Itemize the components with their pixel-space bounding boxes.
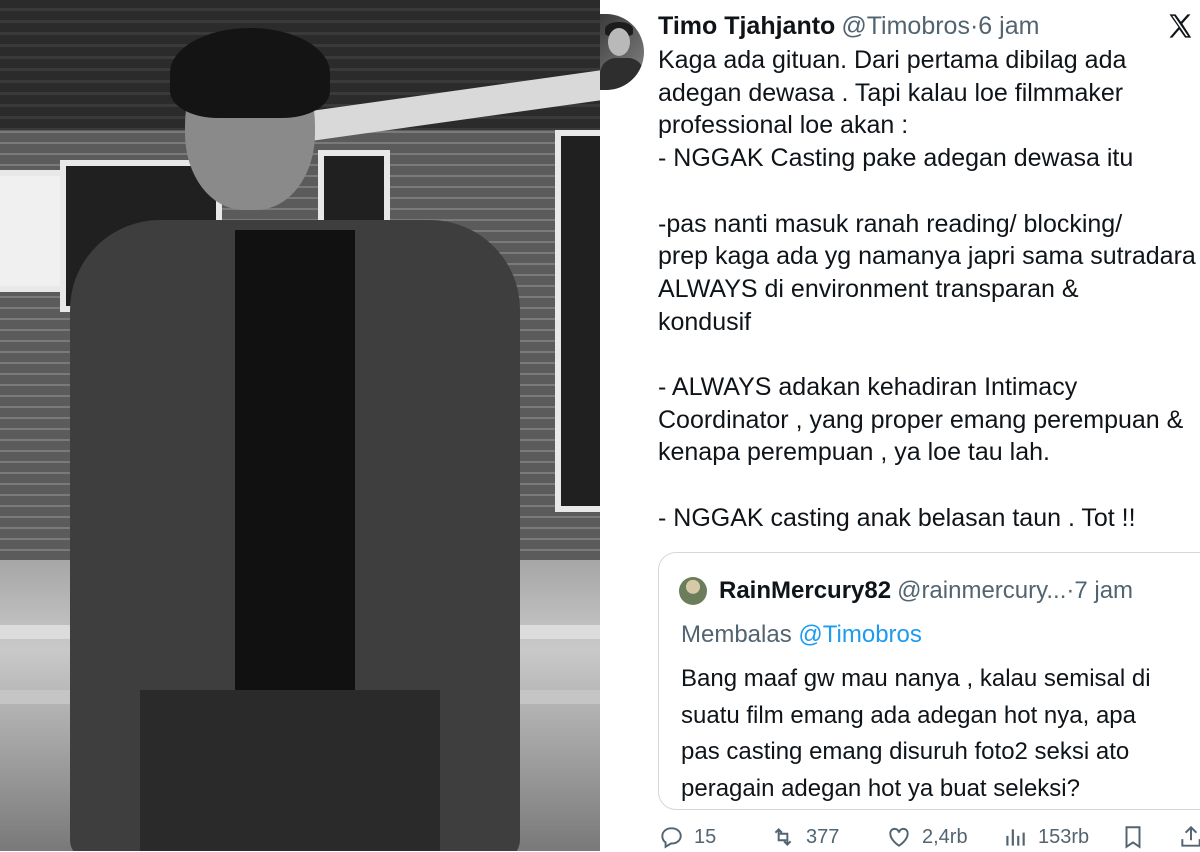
- quoted-tweet-text: Bang maaf gw mau nanya , kalau semisal d…: [681, 665, 1151, 802]
- tweet-text: Kaga ada gituan. Dari pertama dibilag ad…: [658, 46, 1196, 532]
- tweet-action-bar: 15 377 2,4rb 153rb: [658, 822, 1200, 852]
- tweet-header: Timo Tjahjanto @Timobros·6 jam: [658, 10, 1039, 42]
- avatar-body: [600, 58, 644, 90]
- reply-context: Membalas @Timobros: [681, 619, 922, 651]
- quoted-author-handle: @rainmercury...: [897, 577, 1067, 604]
- like-button[interactable]: 2,4rb: [886, 822, 968, 852]
- bookmark-icon: [1125, 826, 1141, 849]
- author-handle[interactable]: @Timobros: [841, 12, 970, 40]
- photo-person-shirt: [235, 230, 355, 690]
- like-count: 2,4rb: [922, 825, 968, 848]
- reply-mention-link[interactable]: @Timobros: [798, 621, 922, 648]
- quoted-author-name: RainMercury82: [719, 577, 892, 604]
- quoted-author-avatar: [679, 577, 707, 605]
- author-avatar[interactable]: [600, 14, 644, 90]
- heart-icon: [889, 827, 909, 847]
- share-button[interactable]: [1178, 822, 1200, 852]
- quoted-tweet-header: RainMercury82 @rainmercury...·7 jam: [719, 575, 1133, 607]
- photo-person-pants: [140, 690, 440, 851]
- photo-person-hair: [170, 28, 330, 118]
- quoted-tweet[interactable]: RainMercury82 @rainmercury...·7 jam Memba…: [658, 552, 1200, 810]
- reply-count: 15: [694, 825, 717, 848]
- reply-button[interactable]: 15: [658, 822, 716, 852]
- photo-door: [555, 130, 600, 512]
- quoted-tweet-timestamp: 7 jam: [1074, 577, 1134, 604]
- avatar-face: [608, 28, 630, 56]
- tweet-timestamp[interactable]: 6 jam: [978, 12, 1039, 40]
- author-name[interactable]: Timo Tjahjanto: [658, 12, 835, 40]
- repost-button[interactable]: 377: [770, 822, 839, 852]
- profile-photo: [0, 0, 600, 851]
- reply-icon: [661, 827, 682, 849]
- share-icon: [1181, 825, 1200, 847]
- bookmark-button[interactable]: [1120, 822, 1156, 852]
- views-button[interactable]: 153rb: [1002, 822, 1089, 852]
- views-count: 153rb: [1038, 825, 1090, 848]
- repost-icon: [774, 828, 792, 846]
- repost-count: 377: [806, 825, 840, 848]
- x-logo-icon: [1169, 14, 1192, 38]
- reply-prefix: Membalas: [681, 621, 792, 648]
- views-icon: [1006, 829, 1025, 846]
